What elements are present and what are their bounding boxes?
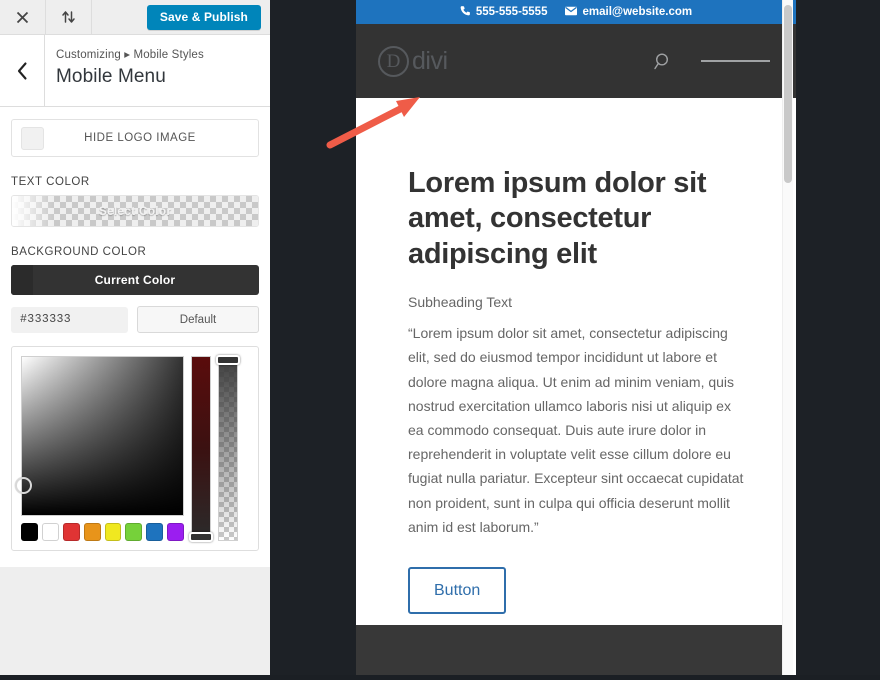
email-contact[interactable]: email@website.com bbox=[565, 6, 692, 19]
preset-swatch[interactable] bbox=[21, 523, 38, 541]
collapse-arrows-icon[interactable] bbox=[46, 0, 92, 34]
contact-bar: 555-555-5555 email@website.com bbox=[356, 0, 796, 24]
chevron-left-icon[interactable] bbox=[0, 35, 45, 106]
preset-swatch[interactable] bbox=[167, 523, 184, 541]
phone-contact[interactable]: 555-555-5555 bbox=[460, 5, 548, 19]
default-button[interactable]: Default bbox=[137, 306, 259, 333]
customizer-sidebar: Save & Publish Customizing ▸ Mobile Styl… bbox=[0, 0, 270, 675]
hex-row: #333333 Default bbox=[11, 306, 259, 333]
alpha-slider-handle[interactable] bbox=[216, 355, 240, 365]
swatch-edge bbox=[11, 265, 33, 295]
page-title: Mobile Menu bbox=[56, 64, 270, 90]
current-color-label: Current Color bbox=[95, 273, 176, 287]
panel-header-text: Customizing ▸ Mobile Styles Mobile Menu bbox=[45, 35, 270, 106]
hue-slider-handle[interactable] bbox=[189, 532, 213, 542]
hue-slider[interactable] bbox=[191, 356, 211, 541]
phone-icon bbox=[460, 5, 471, 19]
content-heading: Lorem ipsum dolor sit amet, consectetur … bbox=[408, 166, 746, 272]
phone-number: 555-555-5555 bbox=[476, 6, 548, 18]
content-paragraph: “Lorem ipsum dolor sit amet, consectetur… bbox=[408, 321, 746, 539]
hamburger-menu-icon[interactable] bbox=[701, 56, 770, 66]
email-address: email@website.com bbox=[582, 6, 692, 18]
preset-swatch[interactable] bbox=[146, 523, 163, 541]
background-color-label: BACKGROUND COLOR bbox=[11, 246, 259, 258]
hide-logo-image-toggle[interactable]: HIDE LOGO IMAGE bbox=[11, 119, 259, 157]
saturation-brightness-area[interactable] bbox=[21, 356, 184, 516]
color-picker bbox=[11, 346, 259, 551]
saturation-pointer[interactable] bbox=[15, 477, 32, 494]
alpha-slider[interactable] bbox=[218, 356, 238, 541]
preset-swatch[interactable] bbox=[84, 523, 101, 541]
text-color-label: TEXT COLOR bbox=[11, 176, 259, 188]
site-header: D divi bbox=[356, 24, 796, 98]
preview-scrollbar-thumb[interactable] bbox=[784, 5, 792, 183]
site-preview[interactable]: 555-555-5555 email@website.com D divi bbox=[356, 0, 796, 675]
divi-logo[interactable]: D divi bbox=[378, 46, 448, 77]
customizer-toolbar: Save & Publish bbox=[0, 0, 270, 35]
search-icon[interactable] bbox=[654, 52, 673, 71]
logo-text: divi bbox=[412, 49, 448, 74]
close-icon[interactable] bbox=[0, 0, 46, 34]
preset-swatch[interactable] bbox=[125, 523, 142, 541]
save-and-publish-button[interactable]: Save & Publish bbox=[147, 5, 261, 30]
panel-header: Customizing ▸ Mobile Styles Mobile Menu bbox=[0, 35, 270, 107]
hide-logo-label: HIDE LOGO IMAGE bbox=[44, 132, 258, 144]
preset-swatch[interactable] bbox=[42, 523, 59, 541]
preset-swatches bbox=[21, 523, 184, 541]
logo-mark: D bbox=[378, 46, 409, 77]
select-color-label: Select Color bbox=[12, 196, 258, 226]
customizer-panel: Save & Publish Customizing ▸ Mobile Styl… bbox=[0, 0, 270, 567]
panel-controls: HIDE LOGO IMAGE TEXT COLOR Select Color … bbox=[0, 107, 270, 567]
breadcrumb: Customizing ▸ Mobile Styles bbox=[56, 48, 270, 63]
text-color-swatch-button[interactable]: Select Color bbox=[11, 195, 259, 227]
hue-slider-column bbox=[191, 356, 211, 541]
page-content: Lorem ipsum dolor sit amet, consectetur … bbox=[356, 98, 796, 614]
toolbar-spacer bbox=[92, 0, 147, 34]
picker-main bbox=[21, 356, 184, 541]
customizer-screen: Save & Publish Customizing ▸ Mobile Styl… bbox=[0, 0, 880, 675]
cta-button[interactable]: Button bbox=[408, 567, 506, 614]
preset-swatch[interactable] bbox=[63, 523, 80, 541]
preset-swatch[interactable] bbox=[105, 523, 122, 541]
alpha-slider-column bbox=[218, 356, 238, 541]
envelope-icon bbox=[565, 6, 577, 19]
background-color-swatch-button[interactable]: Current Color bbox=[11, 265, 259, 295]
footer-section bbox=[356, 625, 782, 675]
content-subheading: Subheading Text bbox=[408, 292, 746, 313]
preview-scrollbar[interactable] bbox=[782, 0, 793, 675]
hex-color-input[interactable]: #333333 bbox=[11, 307, 128, 333]
hide-logo-checkbox[interactable] bbox=[21, 127, 44, 150]
